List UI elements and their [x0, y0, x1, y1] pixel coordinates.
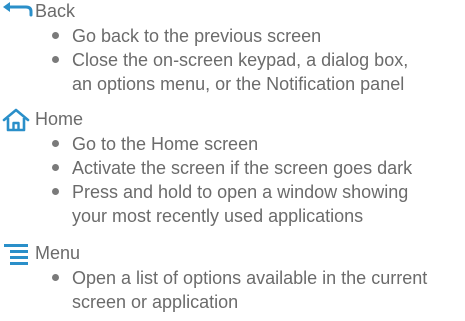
list-item-continuation: your most recently used applications	[72, 206, 364, 226]
section-menu-header: Menu	[0, 242, 465, 266]
list-item: Press and hold to open a window showing	[72, 182, 409, 202]
list-item-continuation: an options menu, or the Notification pan…	[72, 74, 405, 94]
bullet-dot	[52, 274, 59, 281]
section-menu-title: Menu	[35, 243, 81, 263]
section-back-header: Back	[0, 0, 465, 24]
menu-icon	[0, 242, 34, 266]
list-item: Activate the screen if the screen goes d…	[72, 158, 413, 178]
section-home-title: Home	[35, 109, 84, 129]
bullet-dot	[52, 32, 59, 39]
list-item: Go back to the previous screen	[72, 26, 322, 46]
list-item: Go to the Home screen	[72, 134, 259, 154]
section-home-header: Home	[0, 108, 465, 132]
back-arrow-icon	[0, 0, 34, 24]
bullet-dot	[52, 164, 59, 171]
home-icon	[0, 108, 34, 132]
list-item: Close the on-screen keypad, a dialog box…	[72, 50, 409, 70]
list-item-continuation: screen or application	[72, 292, 239, 312]
bullet-dot	[52, 56, 59, 63]
bullet-dot	[52, 188, 59, 195]
bullet-dot	[52, 140, 59, 147]
list-item: Open a list of options available in the …	[72, 268, 428, 288]
section-back-title: Back	[35, 1, 76, 21]
